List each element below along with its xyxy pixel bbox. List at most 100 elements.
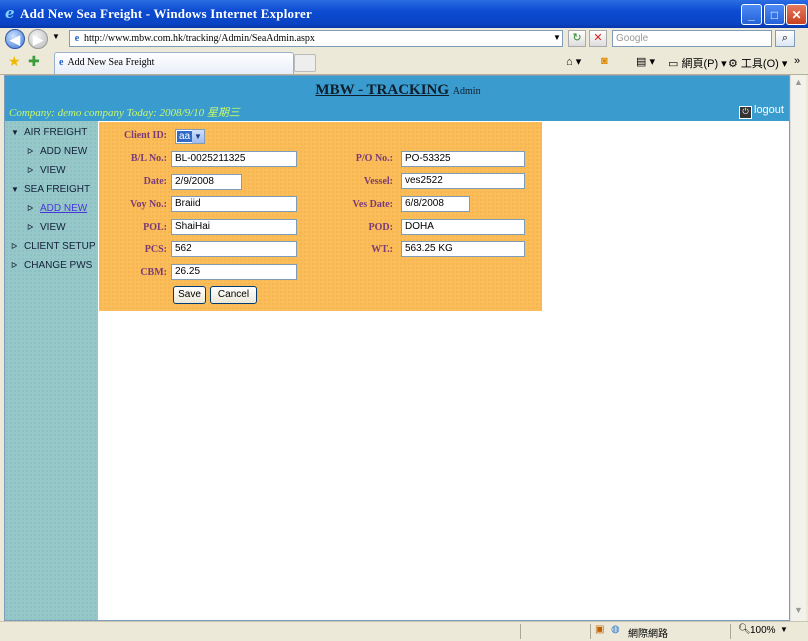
address-field[interactable]: e http://www.mbw.com.hk/tracking/Admin/Se… [69,30,563,47]
security-zone-label: 網際網路 [628,629,668,640]
close-button[interactable]: ✕ [786,4,807,25]
stop-icon[interactable]: ✕ [589,30,607,47]
page-menu[interactable]: ▭ 網頁(P) ▾ [668,55,727,71]
window-title-bar[interactable]: e Add New Sea Freight - Windows Internet… [0,0,808,28]
tab-current[interactable]: e Add New Sea Freight [54,52,294,74]
rss-feed-icon[interactable]: ◙ [601,55,608,67]
sidebar-item-label: VIEW [40,222,66,233]
client-id-select[interactable]: aa ▼ [175,129,205,144]
page-favicon-icon: e [74,33,80,44]
ves-date-input[interactable]: 6/8/2008 [401,196,470,212]
page-content: MBW - TRACKING Admin Company: demo compa… [4,75,790,621]
sidebar-item-air-view[interactable]: ᐅ VIEW [27,165,66,176]
maximize-button[interactable]: □ [764,4,785,25]
zoom-dropdown-icon[interactable]: ▼ [780,625,788,634]
minimize-button[interactable]: _ [741,4,762,25]
address-dropdown-icon[interactable]: ▼ [551,30,563,47]
gear-icon: ⚙ [728,58,741,70]
globe-icon: ◍ [611,624,620,635]
sidebar-item-label: CLIENT SETUP [24,241,96,252]
sidebar-item-label: VIEW [40,165,66,176]
client-id-label: Client ID: [123,130,167,141]
brand-title: MBW - TRACKING [315,82,450,98]
sidebar-item-label: SEA FREIGHT [24,184,91,195]
arrow-right-icon: ᐅ [27,204,34,213]
vertical-scrollbar[interactable]: ▲ ▼ [790,75,806,621]
sidebar-item-air-add-new[interactable]: ᐅ ADD NEW [27,146,87,157]
ves-date-label: Ves Date: [352,199,393,210]
bl-no-input[interactable]: BL-0025211325 [171,151,297,167]
search-input[interactable]: Google [612,30,772,47]
po-no-input[interactable]: PO-53325 [401,151,525,167]
tools-menu[interactable]: ⚙ 工具(O) ▾ [728,55,787,71]
sidebar-item-change-pws[interactable]: ᐅ CHANGE PWS [11,260,92,271]
client-id-value: aa [177,131,193,142]
forward-button[interactable]: ▶ [28,29,48,49]
ie-logo-icon: e [5,4,15,22]
cbm-label: CBM: [140,267,167,278]
address-url: http://www.mbw.com.hk/tracking/Admin/Sea… [84,33,315,44]
voy-no-input[interactable]: Braiid [171,196,297,212]
voy-no-label: Voy No.: [130,199,167,210]
vessel-label: Vessel: [363,176,393,187]
arrow-right-icon: ᐅ [11,242,18,251]
favorites-star-icon[interactable]: ★ [8,53,21,70]
address-toolbar: ◀ ▶ ▼ e http://www.mbw.com.hk/tracking/Ad… [0,28,808,50]
tab-toolbar: ★ ✚ e Add New Sea Freight ⌂ ▾ ◙ ▤ ▾ ▭ 網頁(… [0,50,808,75]
tab-favicon-icon: e [59,57,64,68]
back-button[interactable]: ◀ [5,29,25,49]
sidebar-item-sea-freight[interactable]: ▼ SEA FREIGHT [11,184,90,195]
new-tab-button[interactable] [294,54,316,72]
bl-no-label: B/L No.: [130,153,167,164]
security-icon: ▣ [595,624,605,635]
pcs-label: PCS: [144,244,167,255]
scroll-up-icon[interactable]: ▲ [793,77,804,89]
zoom-level[interactable]: 100% [750,625,776,636]
page-icon: ▭ [668,58,682,70]
date-input[interactable]: 2/9/2008 [171,174,242,190]
status-bar: ▣ ◍ 網際網路 🔍︎ 100% ▼ [0,621,808,641]
add-favorites-icon[interactable]: ✚ [28,53,40,70]
company-date-info: Company: demo company Today: 2008/9/10 星… [9,107,240,119]
home-icon[interactable]: ⌂ ▾ [566,55,581,68]
pol-input[interactable]: ShaiHai [171,219,297,235]
zoom-icon: 🔍︎ [738,624,751,635]
chevron-down-icon: ▼ [192,130,204,143]
site-brand: MBW - TRACKING Admin [5,82,789,99]
cbm-input[interactable]: 26.25 [171,264,297,280]
refresh-icon[interactable]: ↻ [568,30,586,47]
scroll-down-icon[interactable]: ▼ [793,605,804,617]
cancel-button[interactable]: Cancel [210,286,257,304]
power-icon: ⏻ [739,106,752,119]
search-icon[interactable]: ⌕ [775,30,795,47]
sidebar-item-label: ADD NEW [40,146,88,157]
pod-label: POD: [368,222,393,233]
sidebar-item-sea-add-new[interactable]: ᐅ ADD NEW [27,203,87,214]
logout-link[interactable]: ⏻ logout [739,104,784,119]
history-dropdown-icon[interactable]: ▼ [52,32,60,41]
site-header: MBW - TRACKING Admin Company: demo compa… [5,76,789,121]
sidebar-item-label: CHANGE PWS [24,260,93,271]
vessel-input[interactable]: ves2522 [401,173,525,189]
more-chevron-icon[interactable]: » [794,55,800,67]
sea-freight-form: Client ID: aa ▼ B/L No.: BL-0025211325 P… [99,122,542,311]
sidebar-nav: ▼ AIR FREIGHT ᐅ ADD NEW ᐅ VIEW ▼ SEA FREIGHT… [5,121,98,620]
pcs-input[interactable]: 562 [171,241,297,257]
arrow-right-icon: ᐅ [11,261,18,270]
pod-input[interactable]: DOHA [401,219,525,235]
sidebar-item-client-setup[interactable]: ᐅ CLIENT SETUP [11,241,96,252]
date-label: Date: [143,176,167,187]
sidebar-item-air-freight[interactable]: ▼ AIR FREIGHT [11,127,87,138]
status-divider [730,624,731,639]
window-title: Add New Sea Freight - Windows Internet E… [20,6,312,21]
expanded-triangle-icon: ▼ [11,185,19,194]
po-no-label: P/O No.: [355,153,393,164]
expanded-triangle-icon: ▼ [11,128,19,137]
arrow-right-icon: ᐅ [27,223,34,232]
sidebar-item-sea-view[interactable]: ᐅ VIEW [27,222,66,233]
save-button[interactable]: Save [173,286,206,304]
print-icon[interactable]: ▤ ▾ [636,55,655,68]
pol-label: POL: [143,222,167,233]
wt-input[interactable]: 563.25 KG [401,241,525,257]
arrow-right-icon: ᐅ [27,166,34,175]
